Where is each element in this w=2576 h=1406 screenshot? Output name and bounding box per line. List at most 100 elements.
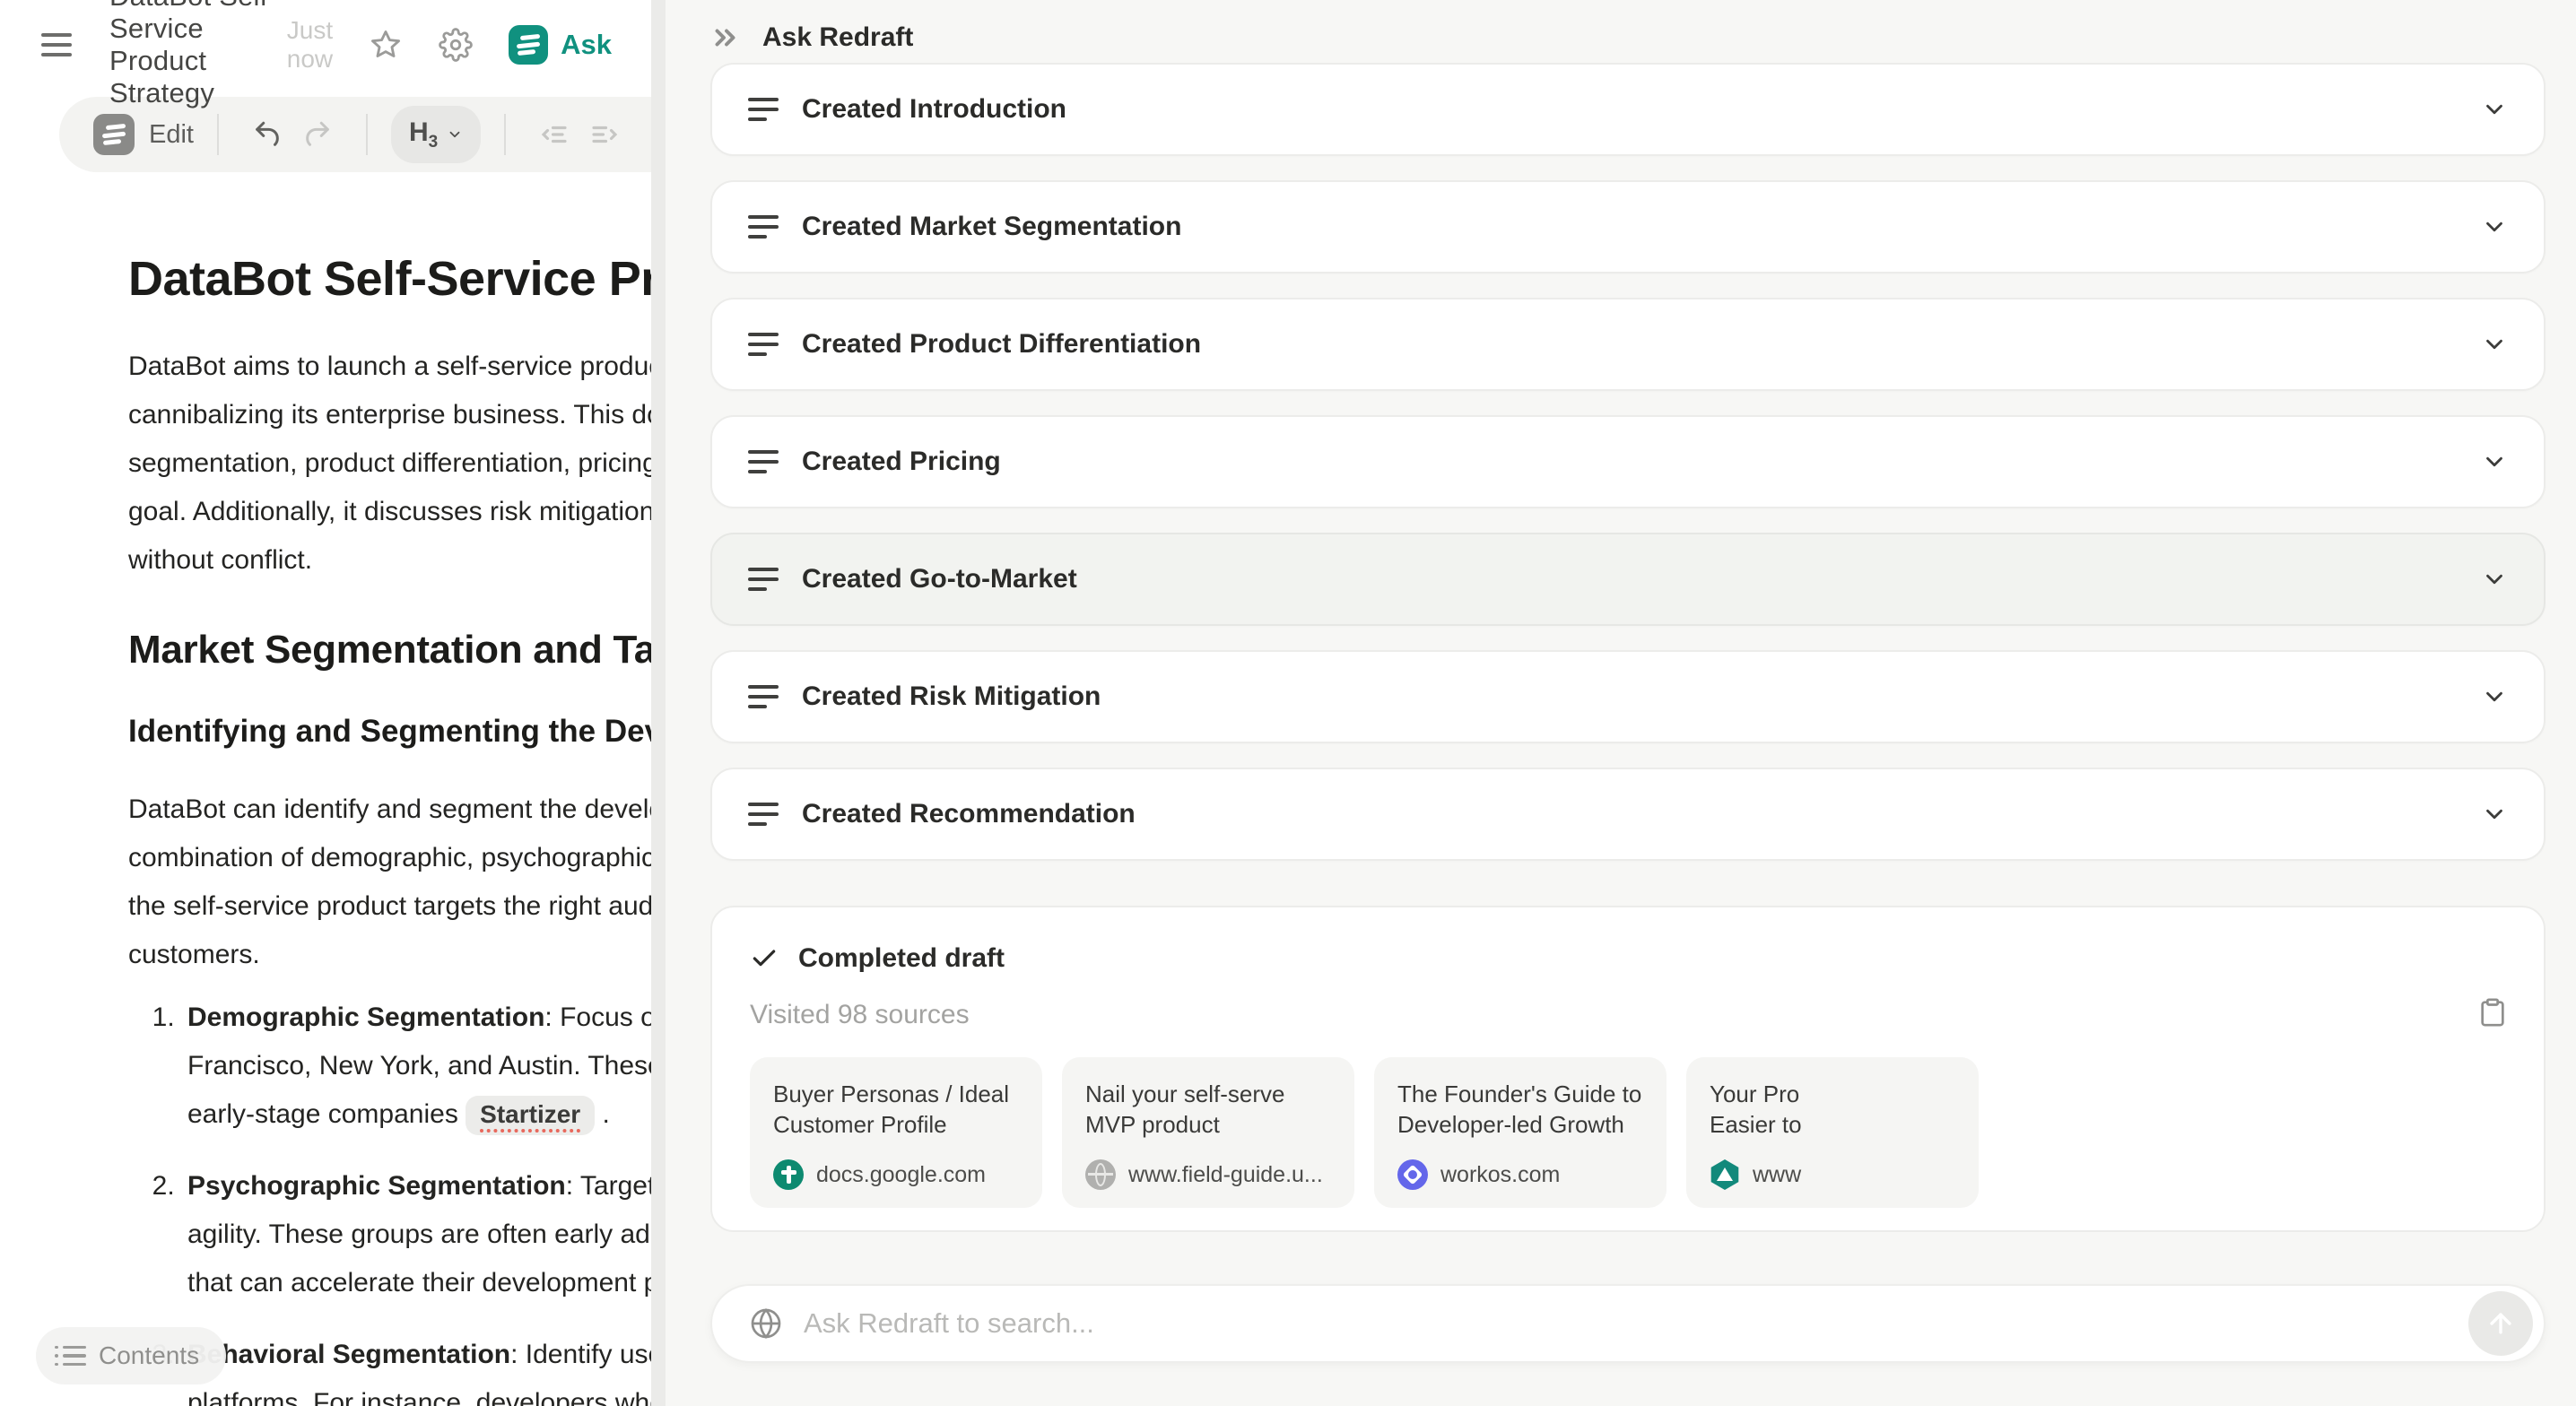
source-title: Nail your self-serve MVP product xyxy=(1085,1079,1331,1140)
panel-header: Ask Redraft xyxy=(710,0,2546,56)
check-icon xyxy=(750,944,779,973)
step-label: Created Introduction xyxy=(802,94,1066,125)
chevron-down-icon xyxy=(447,126,463,143)
created-step-card[interactable]: Created Go-to-Market xyxy=(710,533,2546,626)
completed-draft-card: Completed draft Visited 98 sources Buyer… xyxy=(710,906,2546,1232)
globe-icon xyxy=(750,1307,782,1340)
list-item-lead: Psychographic Segmentation xyxy=(187,1171,566,1201)
step-label: Created Product Differentiation xyxy=(802,329,1201,360)
created-step-card[interactable]: Created Product Differentiation xyxy=(710,298,2546,391)
edit-mode-label: Edit xyxy=(149,120,194,150)
inline-tag-pill[interactable]: Startizer xyxy=(466,1096,595,1135)
outdent-icon[interactable] xyxy=(529,108,579,161)
ask-button-label: Ask xyxy=(561,29,612,61)
subsection-heading: Identifying and Segmenting the Developer… xyxy=(128,714,666,750)
document-title-header[interactable]: DataBot Self-Service Product Strategy xyxy=(109,0,287,109)
collapse-panel-icon[interactable] xyxy=(710,22,743,54)
list-item: Behavioral Segmentation: Identify users … xyxy=(182,1331,666,1406)
created-step-card[interactable]: Created Introduction xyxy=(710,63,2546,156)
source-title: The Founder's Guide to Developer-led Gro… xyxy=(1397,1079,1643,1141)
source-card[interactable]: Buyer Personas / Ideal Customer Profile … xyxy=(750,1057,1042,1208)
source-favicon xyxy=(1710,1159,1740,1190)
completed-draft-label: Completed draft xyxy=(798,943,1005,974)
text-lines-icon xyxy=(748,215,780,239)
toolbar-divider xyxy=(504,114,506,155)
intro-paragraph: DataBot aims to launch a self-service pr… xyxy=(128,343,666,585)
send-button[interactable] xyxy=(2468,1291,2533,1356)
step-label: Created Go-to-Market xyxy=(802,564,1077,595)
chevron-down-icon[interactable] xyxy=(2481,448,2508,475)
panel-title: Ask Redraft xyxy=(762,22,913,53)
text-lines-icon xyxy=(748,333,780,356)
chevron-down-icon[interactable] xyxy=(2481,213,2508,240)
created-step-card[interactable]: Created Market Segmentation xyxy=(710,180,2546,273)
source-favicon xyxy=(1085,1159,1116,1190)
ask-input-bar xyxy=(710,1284,2546,1363)
section-heading: Market Segmentation and Target Audience xyxy=(128,628,666,673)
save-status: Just now xyxy=(287,16,333,74)
chevron-down-icon[interactable] xyxy=(2481,801,2508,828)
list-item: Demographic Segmentation: Focus on start… xyxy=(182,994,666,1139)
document-pane: DataBot Self-Service Product Strategy Ju… xyxy=(0,0,666,1406)
star-icon[interactable] xyxy=(369,28,403,62)
text-lines-icon xyxy=(748,803,780,826)
source-domain: www.field-guide.u... xyxy=(1128,1162,1323,1188)
redo-icon[interactable] xyxy=(292,108,343,161)
document-title: DataBot Self-Service Product Strategy xyxy=(128,251,666,307)
heading-style-dropdown[interactable]: H3 xyxy=(391,106,481,163)
source-card[interactable]: Nail your self-serve MVP product www.fie… xyxy=(1062,1057,1354,1208)
toolbar-divider xyxy=(366,114,368,155)
chevron-down-icon[interactable] xyxy=(2481,96,2508,123)
source-domain: docs.google.com xyxy=(816,1162,986,1188)
undo-icon[interactable] xyxy=(242,108,292,161)
text-lines-icon xyxy=(748,450,780,473)
contents-button[interactable]: Contents xyxy=(36,1327,226,1384)
contents-label: Contents xyxy=(99,1341,199,1370)
step-label: Created Market Segmentation xyxy=(802,212,1181,242)
bullet-list-icon[interactable] xyxy=(655,108,666,161)
step-label: Created Pricing xyxy=(802,447,1001,477)
source-favicon xyxy=(1397,1159,1428,1190)
steps-list: Created Introduction Created Market Segm… xyxy=(710,63,2546,861)
source-list: Buyer Personas / Ideal Customer Profile … xyxy=(750,1057,2544,1208)
chevron-down-icon[interactable] xyxy=(2481,331,2508,358)
list-item-lead: Demographic Segmentation xyxy=(187,1002,544,1032)
ask-redraft-input[interactable] xyxy=(804,1307,2468,1340)
edit-mode-button[interactable]: Edit xyxy=(93,114,194,155)
created-step-card[interactable]: Created Recommendation xyxy=(710,768,2546,861)
list-item-lead: Behavioral Segmentation xyxy=(187,1340,510,1369)
ask-button[interactable]: Ask xyxy=(509,25,612,65)
ask-redraft-panel: Ask Redraft Created Introduction Created… xyxy=(666,0,2576,1406)
text-lines-icon xyxy=(748,685,780,708)
chevron-down-icon[interactable] xyxy=(2481,566,2508,593)
source-title: Buyer Personas / Ideal Customer Profile … xyxy=(773,1079,1019,1141)
gear-icon[interactable] xyxy=(439,28,473,62)
toolbar-divider xyxy=(217,114,219,155)
document-body[interactable]: DataBot Self-Service Product Strategy Da… xyxy=(0,172,666,1406)
body-paragraph: DataBot can identify and segment the dev… xyxy=(128,785,666,979)
contents-list-icon xyxy=(63,1346,86,1367)
edit-doc-icon xyxy=(93,114,135,155)
document-header: DataBot Self-Service Product Strategy Ju… xyxy=(0,0,651,90)
chevron-down-icon[interactable] xyxy=(2481,683,2508,710)
source-card[interactable]: The Founder's Guide to Developer-led Gro… xyxy=(1374,1057,1667,1208)
indent-icon[interactable] xyxy=(579,108,630,161)
step-label: Created Risk Mitigation xyxy=(802,681,1101,712)
list-item: Psychographic Segmentation: Target devel… xyxy=(182,1162,666,1307)
source-domain: workos.com xyxy=(1440,1162,1560,1188)
visited-sources-text: Visited 98 sources xyxy=(750,1000,970,1030)
app-window: DataBot Self-Service Product Strategy Ju… xyxy=(0,0,2576,1406)
arrow-up-icon xyxy=(2485,1308,2516,1339)
text-lines-icon xyxy=(748,568,780,591)
created-step-card[interactable]: Created Risk Mitigation xyxy=(710,650,2546,743)
source-title: Your Pro Easier to xyxy=(1710,1079,1955,1140)
created-step-card[interactable]: Created Pricing xyxy=(710,415,2546,508)
redraft-logo-icon xyxy=(509,25,548,65)
menu-icon[interactable] xyxy=(41,27,72,63)
source-domain: www xyxy=(1753,1162,1801,1188)
source-card[interactable]: Your Pro Easier to www xyxy=(1686,1057,1979,1208)
text-lines-icon xyxy=(748,98,780,121)
source-favicon xyxy=(773,1159,804,1190)
clipboard-icon[interactable] xyxy=(2477,997,2508,1032)
step-label: Created Recommendation xyxy=(802,799,1136,829)
